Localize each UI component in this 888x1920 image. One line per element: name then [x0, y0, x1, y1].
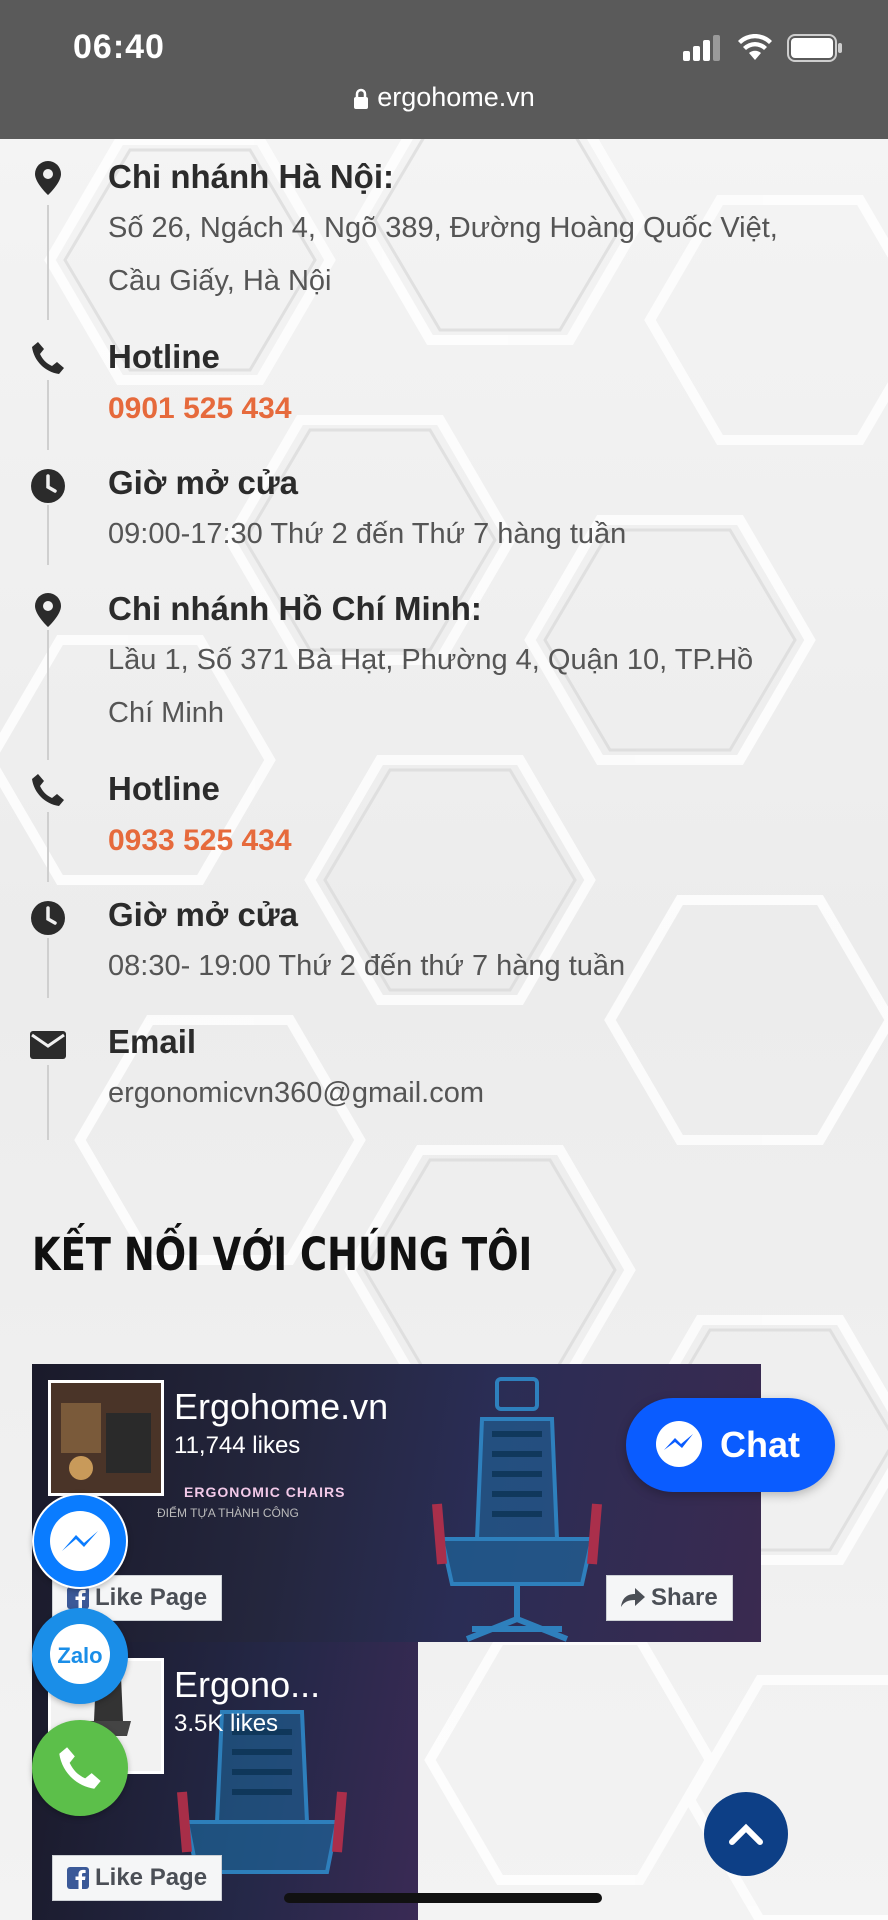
zalo-icon: Zalo [34, 1610, 126, 1702]
wifi-icon [738, 34, 772, 60]
phone-icon [30, 340, 66, 376]
page-thumbnail [48, 1380, 164, 1496]
share-label: Share [651, 1584, 718, 1611]
divider [47, 380, 49, 450]
chat-label: Chat [720, 1424, 800, 1465]
contact-title: Email [108, 1023, 197, 1060]
messenger-icon [34, 1495, 126, 1587]
browser-status-bar: 06:40 ergohome.vn [0, 0, 888, 139]
opening-hours-text: 08:30- 19:00 Thứ 2 đến thứ 7 hàng tuần [108, 950, 626, 982]
zalo-label: Zalo [57, 1643, 102, 1668]
call-float-button[interactable] [32, 1720, 128, 1816]
contact-address-line: Lầu 1, Số 371 Bà Hạt, Phường 4, Quận 10,… [108, 644, 754, 676]
opening-hours-text: 09:00-17:30 Thứ 2 đến Thứ 7 hàng tuần [108, 518, 627, 550]
page-name[interactable]: Ergono... [174, 1664, 320, 1706]
banner-subtext: ĐIỂM TỰA THÀNH CÔNG [157, 1506, 299, 1520]
facebook-icon [67, 1867, 89, 1889]
like-page-button[interactable]: Like Page [52, 1855, 223, 1901]
divider [47, 1065, 49, 1140]
phone-icon [30, 772, 66, 808]
banner-text: ERGONOMIC CHAIRS [184, 1484, 346, 1500]
url-text: ergohome.vn [377, 82, 535, 112]
chevron-up-icon [729, 1823, 763, 1845]
connect-section-title: KẾT NỐI VỚI CHÚNG TÔI [32, 1228, 533, 1281]
page-name[interactable]: Ergohome.vn [174, 1386, 388, 1428]
back-to-top-button[interactable] [704, 1792, 788, 1876]
divider [47, 938, 49, 998]
clock-time: 06:40 [73, 28, 165, 66]
address-bar[interactable]: ergohome.vn [0, 82, 888, 113]
divider [47, 205, 49, 320]
email-address[interactable]: ergonomicvn360@gmail.com [108, 1067, 868, 1120]
divider [47, 812, 49, 882]
home-indicator [284, 1893, 602, 1903]
messenger-chat-button[interactable]: Chat [626, 1398, 835, 1492]
battery-icon [787, 34, 842, 62]
contact-title: Hotline [108, 770, 220, 807]
share-button[interactable]: Share [606, 1575, 733, 1621]
lock-icon [354, 88, 369, 109]
like-page-label: Like Page [95, 1864, 208, 1891]
contact-title: Giờ mở cửa [108, 896, 299, 933]
divider [47, 505, 49, 565]
clock-icon [30, 468, 66, 504]
phone-icon [59, 1747, 101, 1789]
zalo-float-button[interactable]: Zalo [32, 1608, 128, 1704]
map-marker-icon [30, 592, 66, 628]
contact-address-line: Số 26, Ngách 4, Ngõ 389, Đường Hoàng Quố… [108, 212, 778, 244]
contact-title: Chi nhánh Hà Nội: [108, 158, 394, 195]
signal-icon [683, 35, 720, 61]
messenger-icon [656, 1421, 702, 1467]
contact-title: Giờ mở cửa [108, 464, 299, 501]
share-arrow-icon [621, 1588, 645, 1607]
contact-title: Chi nhánh Hồ Chí Minh: [108, 590, 482, 627]
hotline-number[interactable]: 0901 525 434 [108, 392, 292, 426]
facebook-icon [67, 1587, 89, 1609]
page-likes: 11,744 likes [174, 1432, 301, 1459]
messenger-float-button[interactable] [32, 1493, 128, 1589]
hotline-number[interactable]: 0933 525 434 [108, 824, 292, 858]
contact-address-line: Cầu Giấy, Hà Nội [108, 265, 332, 297]
envelope-icon [30, 1027, 66, 1063]
map-marker-icon [30, 160, 66, 196]
contact-address-line: Chí Minh [108, 697, 225, 729]
status-icons [683, 34, 843, 62]
divider [47, 630, 49, 760]
page-likes: 3.5K likes [174, 1710, 279, 1737]
contact-title: Hotline [108, 338, 220, 375]
clock-icon [30, 900, 66, 936]
